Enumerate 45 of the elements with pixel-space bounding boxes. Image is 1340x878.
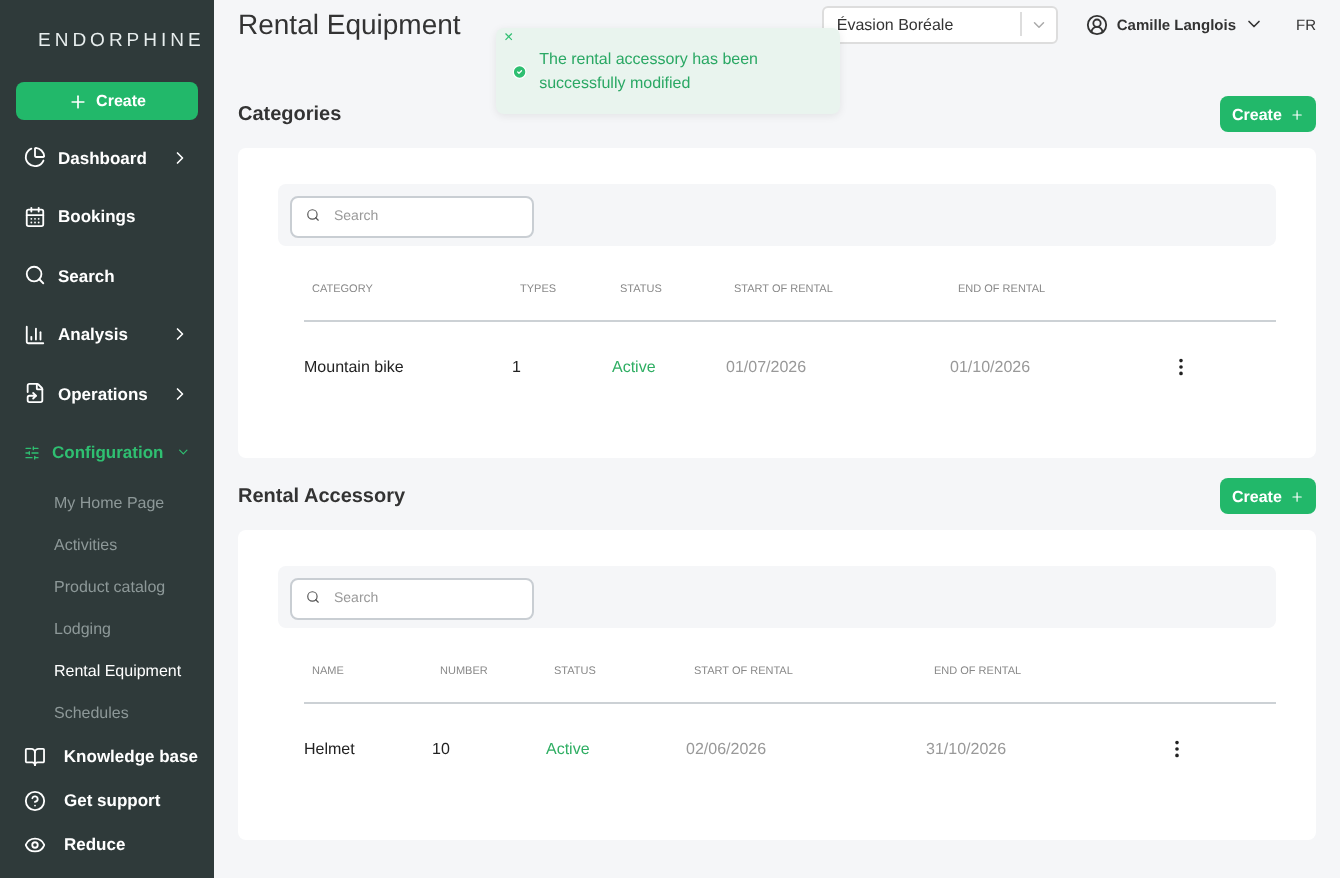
table-cell-text: 01/10/2026 — [950, 357, 1033, 375]
bar-chart-icon — [24, 323, 46, 346]
search-icon — [24, 264, 46, 287]
nav-item[interactable]: Operations — [16, 364, 198, 423]
nav-item[interactable]: Dashboard — [16, 128, 198, 187]
table-cell-text: Active — [546, 739, 592, 757]
company-select[interactable]: Évasion Boréale — [822, 5, 1059, 43]
help-icon — [24, 789, 46, 811]
table-cell-text: 02/06/2026 — [686, 739, 769, 757]
table-cell-text: 31/10/2026 — [926, 739, 1009, 757]
book-icon — [24, 745, 46, 767]
submenu-item[interactable]: Schedules — [16, 692, 198, 734]
sliders-icon — [24, 441, 40, 464]
table-cell-text: Helmet — [304, 739, 357, 757]
table-cell-text: Mountain bike — [304, 357, 406, 375]
toast-message: The rental accessory has been successfully modified — [539, 47, 761, 95]
submenu-item[interactable]: Lodging — [16, 608, 198, 650]
nav-item[interactable]: Search — [16, 246, 198, 305]
page-title: Rental Equipment — [238, 8, 461, 40]
table-cell-text: 01/07/2026 — [726, 357, 809, 375]
plus-icon — [68, 91, 89, 111]
section-title: Rental Accessory — [238, 485, 406, 507]
calendar-icon — [24, 205, 46, 228]
user-icon — [1086, 13, 1109, 35]
section-title: Categories — [238, 103, 342, 125]
nav-item[interactable]: Analysis — [16, 305, 198, 364]
submenu-item[interactable]: My Home Page — [16, 482, 198, 524]
search-icon — [306, 208, 320, 222]
check-icon — [512, 61, 528, 81]
eye-icon — [24, 833, 46, 855]
search-icon — [306, 590, 320, 604]
logo-text: ENDORPHINE — [38, 29, 205, 51]
document-icon — [24, 382, 46, 405]
sidebar-link[interactable]: Get support — [16, 778, 198, 822]
submenu-item[interactable]: Activities — [16, 524, 198, 566]
submenu-item[interactable]: Product catalog — [16, 566, 198, 608]
sidebar-link[interactable]: Reduce — [16, 822, 198, 866]
submenu-item[interactable]: Rental Equipment — [16, 650, 198, 692]
pie-chart-icon — [24, 146, 46, 169]
nav-item[interactable]: Bookings — [16, 187, 198, 246]
table-cell-text: 1 — [512, 357, 523, 375]
sidebar-link[interactable]: Knowledge base — [16, 734, 198, 778]
nav-item[interactable]: Configuration — [16, 423, 198, 482]
table-cell-text: 10 — [432, 739, 452, 757]
table-cell-text: Active — [612, 357, 658, 375]
